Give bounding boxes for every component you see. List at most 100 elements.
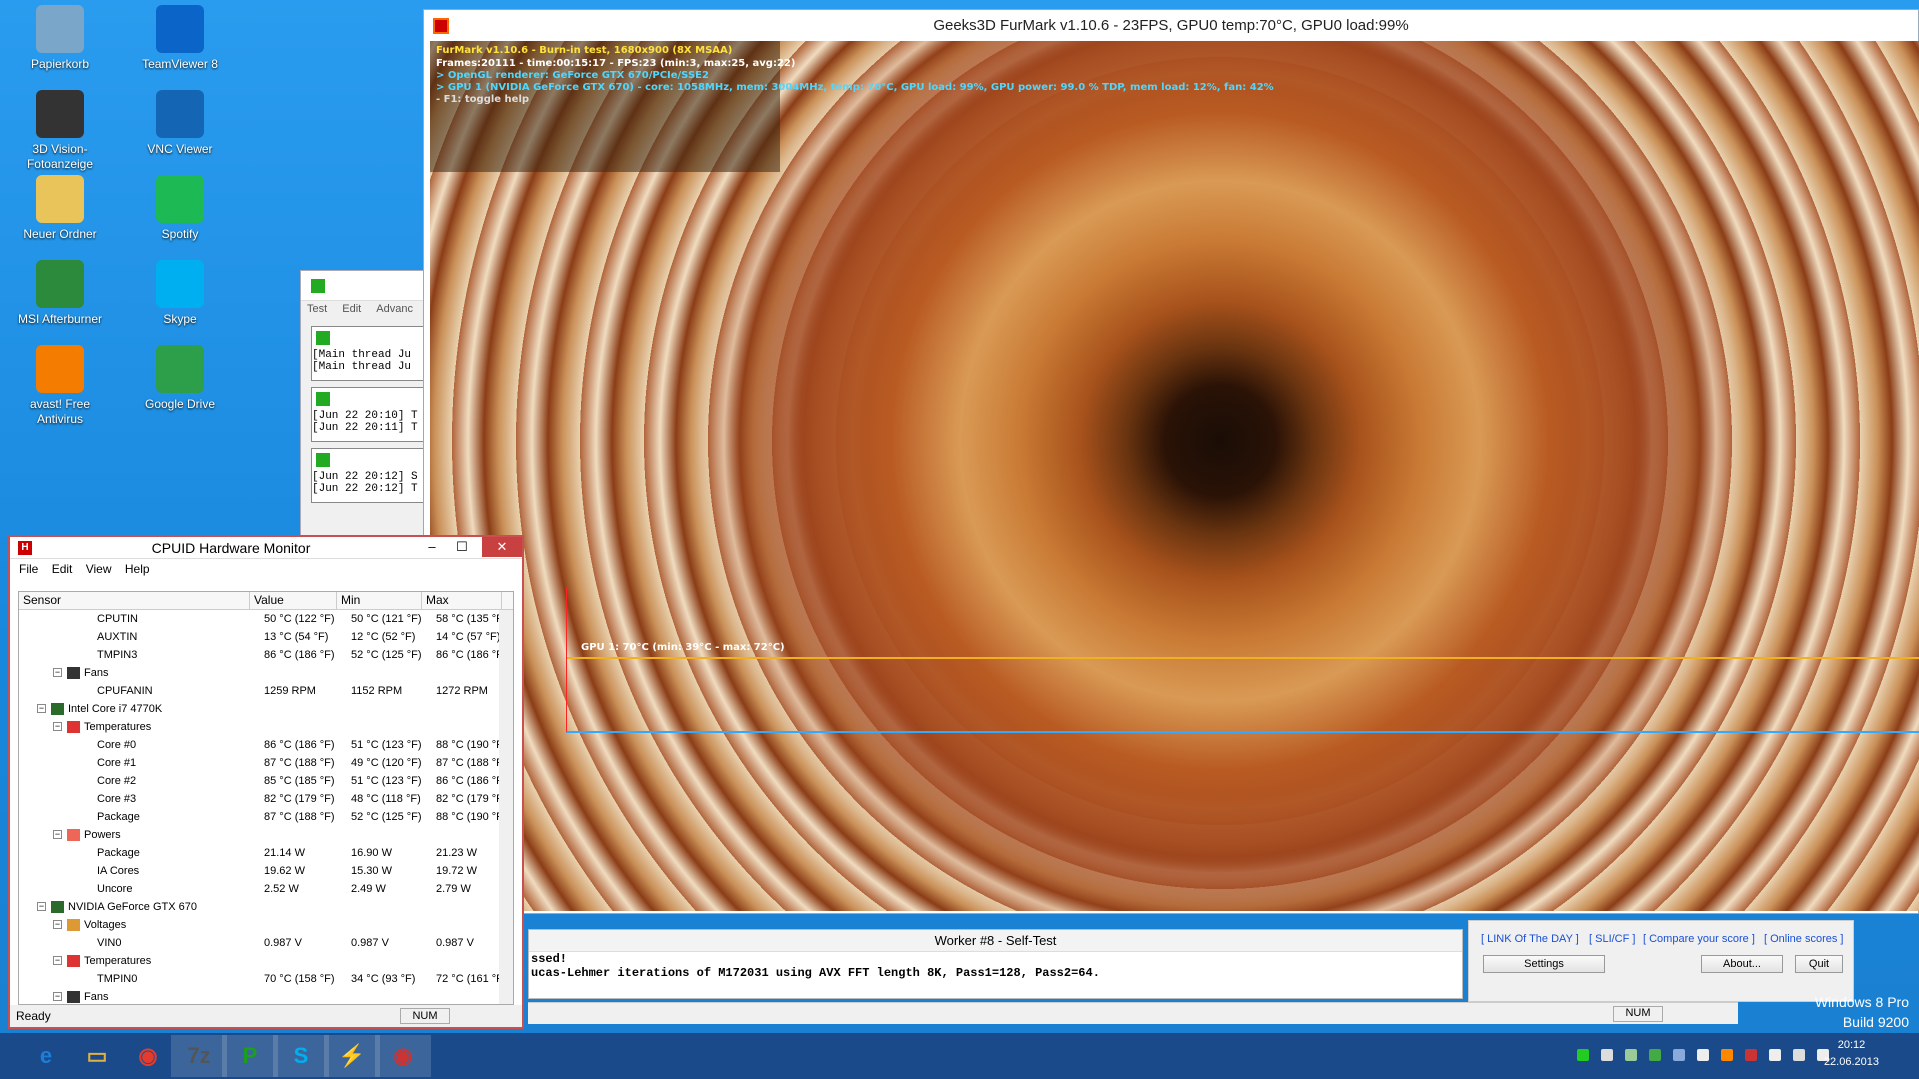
prime95-window[interactable]: Test Edit Advanc [Main thread Ju [Main t… [300, 270, 426, 545]
file-explorer-icon[interactable]: ▭ [69, 1035, 125, 1077]
sli-cf-link[interactable]: [ SLI/CF ] [1589, 933, 1635, 945]
collapse-toggle-icon[interactable]: − [37, 704, 46, 713]
menu-help[interactable]: Help [125, 562, 150, 576]
online-scores-link[interactable]: [ Online scores ] [1764, 933, 1843, 945]
desktop-icon[interactable]: 3D Vision-Fotoanzeige [10, 90, 110, 172]
column-max[interactable]: Max [422, 592, 502, 609]
sensor-value: 87 °C (188 °F) [264, 811, 335, 823]
sensor-row[interactable]: TMPIN0 70 °C (158 °F) 34 °C (93 °F) 72 °C (… [19, 970, 513, 988]
tree-group-row[interactable]: − Temperatures [19, 952, 513, 970]
desktop-icon[interactable]: Papierkorb [10, 5, 110, 72]
window-title: CPUID Hardware Monitor [151, 540, 311, 556]
menu-view[interactable]: View [86, 562, 112, 576]
prime95-worker-window[interactable]: [Jun 22 20:12] S [Jun 22 20:12] T [311, 448, 426, 503]
prime95-thread-window[interactable]: [Main thread Ju [Main thread Ju [311, 326, 426, 381]
menu-edit[interactable]: Edit [52, 562, 73, 576]
sensor-row[interactable]: IA Cores 19.62 W 15.30 W 19.72 W [19, 862, 513, 880]
prime95-worker-window[interactable]: [Jun 22 20:10] T [Jun 22 20:11] T [311, 387, 426, 442]
tree-group-row[interactable]: − Intel Core i7 4770K [19, 700, 513, 718]
tree-group-row[interactable]: − NVIDIA GeForce GTX 670 [19, 898, 513, 916]
desktop-icon[interactable]: Spotify [130, 175, 230, 242]
vertical-scrollbar[interactable] [499, 610, 513, 1004]
sensor-row[interactable]: Core #0 86 °C (186 °F) 51 °C (123 °F) 88 °C… [19, 736, 513, 754]
hwmonitor-window[interactable]: H CPUID Hardware Monitor – ☐ ✕ File Edit… [8, 535, 524, 1029]
minimize-button[interactable]: – [418, 537, 446, 557]
bluetooth-icon[interactable] [1673, 1049, 1685, 1061]
volume-icon[interactable] [1697, 1049, 1709, 1061]
menu-file[interactable]: File [19, 562, 38, 576]
action-center-icon[interactable] [1769, 1049, 1781, 1061]
sensor-name: Core #2 [97, 775, 137, 787]
desktop-icon[interactable]: VNC Viewer [130, 90, 230, 157]
menu-test[interactable]: Test [307, 303, 327, 315]
sensor-min: 51 °C (123 °F) [351, 775, 422, 787]
collapse-toggle-icon[interactable]: − [53, 722, 62, 731]
sensor-row[interactable]: Uncore 2.52 W 2.49 W 2.79 W [19, 880, 513, 898]
chrome-icon[interactable]: ◉ [120, 1035, 176, 1077]
desktop-icon[interactable]: MSI Afterburner [10, 260, 110, 327]
sensor-row[interactable]: Core #2 85 °C (185 °F) 51 °C (123 °F) 86 °C… [19, 772, 513, 790]
tray-app-icon[interactable] [1601, 1049, 1613, 1061]
tray-app-icon[interactable] [1577, 1049, 1589, 1061]
internet-explorer-icon[interactable]: e [18, 1035, 74, 1077]
tray-app-icon[interactable] [1745, 1049, 1757, 1061]
tree-group-row[interactable]: − Powers [19, 826, 513, 844]
collapse-toggle-icon[interactable]: − [53, 992, 62, 1001]
sensor-tree[interactable]: Sensor Value Min Max CPUTIN 50 °C (122 °F… [18, 591, 514, 1005]
desktop-icon[interactable]: Google Drive [130, 345, 230, 412]
prime95-window-icon [316, 331, 330, 345]
avast-tray-icon[interactable] [1721, 1049, 1733, 1061]
status-text: Ready [16, 1009, 51, 1023]
close-button[interactable]: ✕ [482, 537, 522, 557]
about-button[interactable]: About... [1701, 955, 1783, 973]
menu-edit[interactable]: Edit [342, 303, 361, 315]
sensor-name: Core #1 [97, 757, 137, 769]
desktop-icon[interactable]: avast! Free Antivirus [10, 345, 110, 427]
quit-button[interactable]: Quit [1795, 955, 1843, 973]
collapse-toggle-icon[interactable]: − [53, 830, 62, 839]
tray-app-icon[interactable] [1625, 1049, 1637, 1061]
tree-group-row[interactable]: − Fans [19, 664, 513, 682]
desktop-icon[interactable]: Skype [130, 260, 230, 327]
collapse-toggle-icon[interactable]: − [53, 920, 62, 929]
column-value[interactable]: Value [250, 592, 337, 609]
skype-icon[interactable]: S [273, 1035, 329, 1077]
settings-button[interactable]: Settings [1483, 955, 1605, 973]
prime95-icon[interactable]: P [222, 1035, 278, 1077]
desktop-icon[interactable]: Neuer Ordner [10, 175, 110, 242]
powers-icon [67, 829, 80, 841]
tray-app-icon[interactable] [1649, 1049, 1661, 1061]
desktop-icon[interactable]: TeamViewer 8 [130, 5, 230, 72]
maximize-button[interactable]: ☐ [448, 537, 476, 557]
7zip-icon[interactable]: 7z [171, 1035, 227, 1077]
link-of-the-day[interactable]: [ LINK Of The DAY ] [1481, 933, 1579, 945]
collapse-toggle-icon[interactable]: − [53, 668, 62, 677]
tree-group-row[interactable]: − Fans [19, 988, 513, 1004]
sensor-row[interactable]: Core #1 87 °C (188 °F) 49 °C (120 °F) 87 °C… [19, 754, 513, 772]
column-sensor[interactable]: Sensor [19, 592, 250, 609]
sensor-name: Powers [84, 829, 121, 841]
column-min[interactable]: Min [337, 592, 422, 609]
sensor-row[interactable]: AUXTIN 13 °C (54 °F) 12 °C (52 °F) 14 °C (5… [19, 628, 513, 646]
clock[interactable]: 20:12 22.06.2013 [1824, 1037, 1879, 1071]
sensor-row[interactable]: TMPIN3 86 °C (186 °F) 52 °C (125 °F) 86 °C … [19, 646, 513, 664]
compare-score-link[interactable]: [ Compare your score ] [1643, 933, 1755, 945]
title-bar[interactable]: H CPUID Hardware Monitor – ☐ ✕ [10, 537, 522, 559]
tree-group-row[interactable]: − Voltages [19, 916, 513, 934]
sensor-row[interactable]: VIN0 0.987 V 0.987 V 0.987 V [19, 934, 513, 952]
menu-advanced[interactable]: Advanc [376, 303, 413, 315]
network-icon[interactable] [1793, 1049, 1805, 1061]
collapse-toggle-icon[interactable]: − [53, 956, 62, 965]
collapse-toggle-icon[interactable]: − [37, 902, 46, 911]
sensor-row[interactable]: Core #3 82 °C (179 °F) 48 °C (118 °F) 82 °C… [19, 790, 513, 808]
tree-group-row[interactable]: − Temperatures [19, 718, 513, 736]
sensor-row[interactable]: Package 87 °C (188 °F) 52 °C (125 °F) 88 °C… [19, 808, 513, 826]
sensor-row[interactable]: CPUFANIN 1259 RPM 1152 RPM 1272 RPM [19, 682, 513, 700]
flashget-icon[interactable]: ⚡ [324, 1035, 380, 1077]
sensor-row[interactable]: CPUTIN 50 °C (122 °F) 50 °C (121 °F) 58 °C … [19, 610, 513, 628]
title-bar[interactable]: Geeks3D FurMark v1.10.6 - 23FPS, GPU0 te… [424, 10, 1918, 41]
furmark-icon[interactable]: ◉ [375, 1035, 431, 1077]
furmark-window[interactable]: Geeks3D FurMark v1.10.6 - 23FPS, GPU0 te… [423, 9, 1919, 914]
sensor-row[interactable]: Package 21.14 W 16.90 W 21.23 W [19, 844, 513, 862]
worker-window[interactable]: Worker #8 - Self-Test ssed! ucas-Lehmer … [528, 929, 1463, 999]
